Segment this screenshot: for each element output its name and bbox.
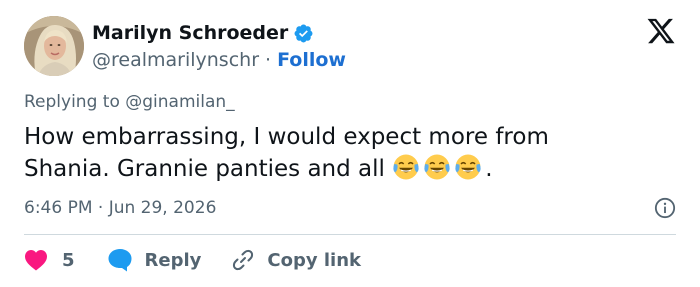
user-handle[interactable]: @realmarilynschr (92, 49, 259, 71)
reply-label: Reply (144, 249, 202, 271)
tweet-timestamp[interactable]: 6:46 PM · Jun 29, 2026 (24, 198, 216, 218)
follow-button[interactable]: Follow (277, 49, 346, 71)
laughing-tears-emoji-icon (424, 154, 450, 180)
like-button[interactable]: 5 (24, 249, 75, 271)
reply-button[interactable]: Reply (107, 248, 202, 272)
avatar-image (24, 16, 84, 76)
verified-badge-icon (294, 24, 313, 42)
laughing-tears-emoji-icon (455, 154, 481, 180)
divider (24, 234, 676, 235)
copy-link-button[interactable]: Copy link (231, 248, 361, 272)
speech-bubble-icon (108, 249, 132, 272)
reply-mention-link[interactable]: @ginamilan_ (125, 92, 234, 112)
avatar[interactable] (24, 16, 84, 76)
tweet-text: How embarrassing, I would expect more fr… (24, 122, 676, 185)
laughing-tears-emoji-icon (393, 154, 419, 180)
x-logo-icon[interactable] (646, 16, 676, 46)
like-count: 5 (62, 249, 75, 271)
display-name[interactable]: Marilyn Schroeder (92, 22, 288, 44)
replying-to: Replying to @ginamilan_ (24, 92, 235, 112)
copy-link-label: Copy link (267, 249, 361, 271)
separator-dot: · (265, 49, 272, 71)
info-icon[interactable] (654, 197, 676, 219)
tweet-trailing-punctuation: . (485, 156, 493, 182)
replying-prefix: Replying to (24, 92, 126, 112)
author-info: Marilyn Schroeder @realmarilynschr · Fol… (92, 20, 346, 74)
link-icon (233, 249, 254, 271)
tweet-text-line1: How embarrassing, I would expect more fr… (24, 124, 549, 150)
tweet-header: Marilyn Schroeder @realmarilynschr · Fol… (24, 16, 676, 78)
heart-icon (25, 250, 47, 271)
action-bar: 5 Reply Copy link (24, 246, 361, 274)
name-row: Marilyn Schroeder (92, 20, 346, 46)
handle-row: @realmarilynschr · Follow (92, 46, 346, 74)
tweet-text-line2: Shania. Grannie panties and all (24, 156, 385, 182)
